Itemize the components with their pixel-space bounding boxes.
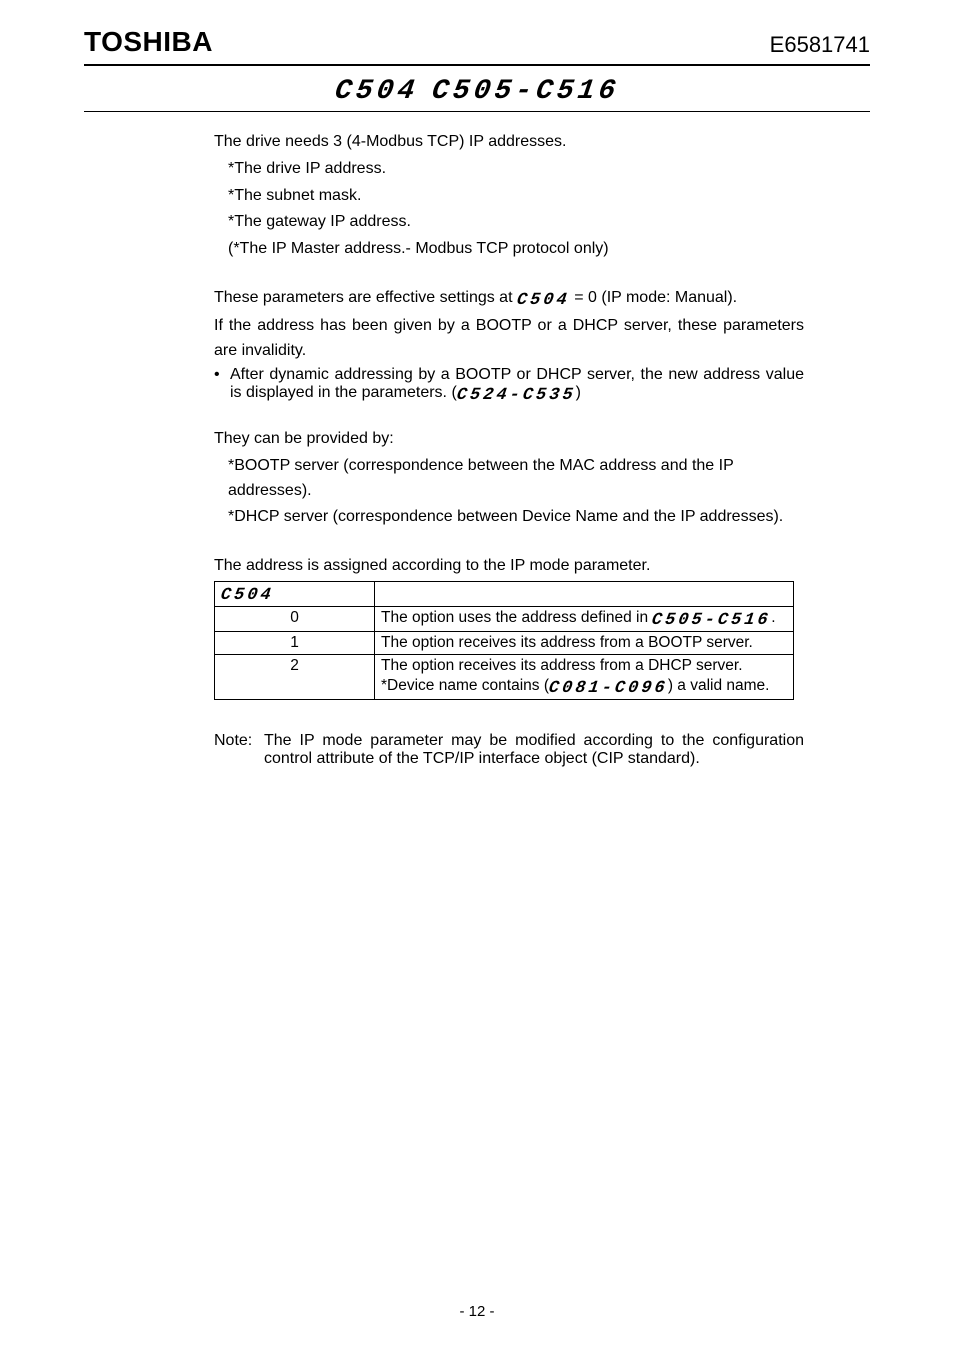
section-title: C504 C505-C516 — [84, 76, 870, 112]
note-block: Note: The IP mode parameter may be modif… — [214, 732, 804, 768]
provided-item: *BOOTP server (correspondence between th… — [214, 454, 804, 504]
intro-line: The drive needs 3 (4-Modbus TCP) IP addr… — [214, 130, 804, 155]
note-body: The IP mode parameter may be modified ac… — [264, 732, 804, 768]
ip-mode-table: C504 0 The option uses the address defin… — [214, 581, 794, 701]
page-header: TOSHIBA E6581741 — [84, 26, 870, 66]
brand-logo: TOSHIBA — [84, 26, 213, 58]
param-code: C524-C535 — [455, 386, 576, 405]
effective-line: These parameters are effective settings … — [214, 286, 804, 312]
param-code: C504 — [219, 585, 275, 607]
intro-item: (*The IP Master address.- Modbus TCP pro… — [214, 237, 804, 262]
table-intro: The address is assigned according to the… — [214, 554, 804, 579]
note-label: Note: — [214, 732, 264, 768]
provided-intro: They can be provided by: — [214, 427, 804, 452]
table-row: 2 The option receives its address from a… — [215, 655, 794, 700]
bullet-line: • After dynamic addressing by a BOOTP or… — [214, 366, 804, 403]
invalid-line: If the address has been given by a BOOTP… — [214, 314, 804, 364]
param-code: C505-C516 — [651, 610, 773, 632]
document-number: E6581741 — [770, 32, 870, 58]
intro-item: *The subnet mask. — [214, 184, 804, 209]
table-row: 1 The option receives its address from a… — [215, 632, 794, 655]
intro-item: *The gateway IP address. — [214, 210, 804, 235]
table-row: 0 The option uses the address defined in… — [215, 607, 794, 632]
body-content: The drive needs 3 (4-Modbus TCP) IP addr… — [84, 112, 804, 768]
provided-item: *DHCP server (correspondence between Dev… — [214, 505, 804, 530]
intro-item: *The drive IP address. — [214, 157, 804, 182]
table-row: C504 — [215, 581, 794, 606]
param-code: C081-C096 — [547, 678, 669, 700]
title-seg-b: C505-C516 — [430, 76, 622, 107]
title-seg-a: C504 — [333, 76, 421, 107]
bullet-marker: • — [214, 366, 230, 403]
param-code: C504 — [515, 288, 572, 314]
page-footer: - 12 - — [0, 1303, 954, 1320]
